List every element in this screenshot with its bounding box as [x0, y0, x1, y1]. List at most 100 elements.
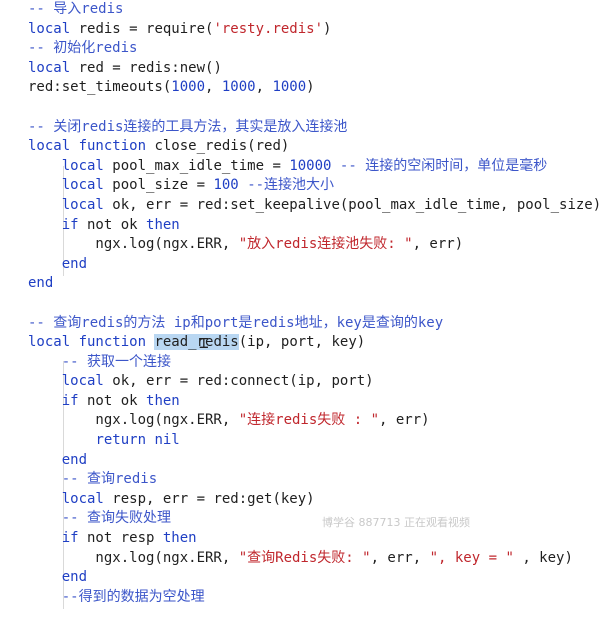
code-token: ngx.log(ngx.ERR,	[28, 549, 239, 566]
code-line[interactable]: local ok, err = red:connect(ip, port)	[0, 372, 608, 392]
code-text: local pool_max_idle_time = 10000 -- 连接的空…	[28, 157, 547, 177]
code-line[interactable]: ngx.log(ngx.ERR, "放入redis连接池失败: ", err)	[0, 235, 608, 255]
code-token: ,	[205, 79, 222, 96]
code-token: , err,	[370, 549, 430, 566]
code-line[interactable]: --得到的数据为空处理	[0, 588, 608, 608]
code-token: then	[146, 392, 180, 409]
code-text: -- 查询redis的方法 ip和port是redis地址，key是查询的key	[28, 314, 443, 334]
code-line[interactable]: end	[0, 451, 608, 471]
code-token: return	[95, 432, 147, 449]
code-text: return nil	[28, 431, 179, 451]
code-text: ngx.log(ngx.ERR, "查询Redis失败: ", err, ", …	[28, 549, 573, 569]
code-token: -- 导入redis	[28, 1, 124, 17]
code-text: -- 关闭redis连接的工具方法，其实是放入连接池	[28, 118, 347, 138]
code-token: ngx.log(ngx.ERR,	[28, 412, 239, 429]
code-line[interactable]: red:set_timeouts(1000, 1000, 1000)	[0, 78, 608, 98]
code-token: then	[146, 216, 180, 233]
code-line[interactable]: local function close_redis(red)	[0, 137, 608, 157]
code-line[interactable]: ngx.log(ngx.ERR, "连接redis失败 : ", err)	[0, 411, 608, 431]
code-token: "放入redis连接池失败: "	[238, 236, 413, 253]
code-text: ngx.log(ngx.ERR, "放入redis连接池失败: ", err)	[28, 235, 463, 255]
code-token: --连接池大小	[247, 177, 335, 194]
code-token: then	[162, 530, 197, 547]
code-text: -- 查询redis	[28, 470, 157, 490]
code-token: , key)	[513, 549, 573, 566]
code-line[interactable]: if not ok then	[0, 392, 608, 412]
code-token: 1000	[272, 79, 307, 96]
code-token: local	[61, 157, 104, 174]
code-text: --得到的数据为空处理	[28, 588, 205, 608]
code-line[interactable]: -- 导入redis	[0, 0, 608, 20]
code-text: local redis = require('resty.redis')	[28, 20, 331, 40]
code-text: local function read_redis(ip, port, key)	[28, 333, 365, 353]
code-line[interactable]: -- 关闭redis连接的工具方法，其实是放入连接池	[0, 118, 608, 138]
code-text: if not ok then	[28, 392, 180, 412]
code-text: if not resp then	[28, 529, 197, 549]
code-token: -- 连接的空闲时间，单位是毫秒	[339, 157, 548, 174]
code-line[interactable]: if not ok then	[0, 216, 608, 236]
code-token: , err)	[379, 412, 430, 429]
code-token: -- 初始化redis	[28, 40, 138, 57]
code-text: end	[28, 255, 87, 275]
code-line[interactable]: if not resp then	[0, 529, 608, 549]
code-line[interactable]: end	[0, 568, 608, 588]
code-token: pool_max_idle_time =	[103, 157, 290, 174]
code-text: -- 初始化redis	[28, 39, 137, 59]
code-token: close_redis(red)	[146, 138, 290, 155]
code-token: red:set_timeouts(	[28, 79, 172, 96]
code-token: if	[61, 530, 79, 547]
code-text: -- 获取一个连接	[28, 353, 171, 373]
code-line[interactable]: local function read_redis(ip, port, key)	[0, 333, 608, 353]
code-token: 'resty.redis'	[213, 20, 324, 37]
code-line[interactable]: local redis = require('resty.redis')	[0, 20, 608, 40]
code-editor[interactable]: -- 导入redis local redis = require('resty.r…	[0, 0, 608, 607]
code-line[interactable]: end	[0, 274, 608, 294]
code-token: "查询Redis失败: "	[238, 549, 371, 566]
code-line[interactable]: return nil	[0, 431, 608, 451]
code-token: not ok	[78, 392, 147, 409]
watermark: 博学谷 887713 正在观看视频	[322, 516, 470, 529]
code-token: local function	[28, 138, 147, 155]
code-line[interactable]: -- 查询失败处理	[0, 509, 608, 529]
code-token: local function	[28, 334, 147, 351]
code-line[interactable]: -- 查询redis的方法 ip和port是redis地址，key是查询的key	[0, 314, 608, 334]
code-line[interactable]	[0, 294, 608, 314]
code-token: -- 查询redis的方法 ip和port是redis地址，key是查询的key	[28, 314, 444, 331]
code-token: 100	[213, 177, 239, 194]
code-line[interactable]: -- 初始化redis	[0, 39, 608, 59]
code-line[interactable]: local resp, err = red:get(key)	[0, 490, 608, 510]
code-line[interactable]: end	[0, 255, 608, 275]
code-token: if	[61, 216, 79, 233]
code-line[interactable]: ngx.log(ngx.ERR, "查询Redis失败: ", err, ", …	[0, 549, 608, 569]
code-token: )	[323, 20, 332, 37]
code-line[interactable]: -- 获取一个连接	[0, 353, 608, 373]
code-token: 1000	[221, 79, 256, 96]
code-line[interactable]	[0, 98, 608, 118]
code-line[interactable]: local red = redis:new()	[0, 59, 608, 79]
code-token: (ip, port, key)	[238, 334, 366, 351]
code-text: red:set_timeouts(1000, 1000, 1000)	[28, 78, 315, 98]
code-line[interactable]: local ok, err = red:set_keepalive(pool_m…	[0, 196, 608, 216]
code-line[interactable]: -- 查询redis	[0, 470, 608, 490]
code-token: ,	[255, 79, 273, 96]
code-token: local	[28, 59, 71, 76]
code-line[interactable]: local pool_size = 100 --连接池大小	[0, 176, 608, 196]
code-text: end	[28, 568, 87, 588]
code-token: red = redis:new()	[70, 59, 222, 76]
code-text: local function close_redis(red)	[28, 137, 289, 157]
code-token: end	[28, 275, 54, 292]
code-text: -- 查询失败处理	[28, 509, 171, 529]
code-line[interactable]: local pool_max_idle_time = 10000 -- 连接的空…	[0, 157, 608, 177]
